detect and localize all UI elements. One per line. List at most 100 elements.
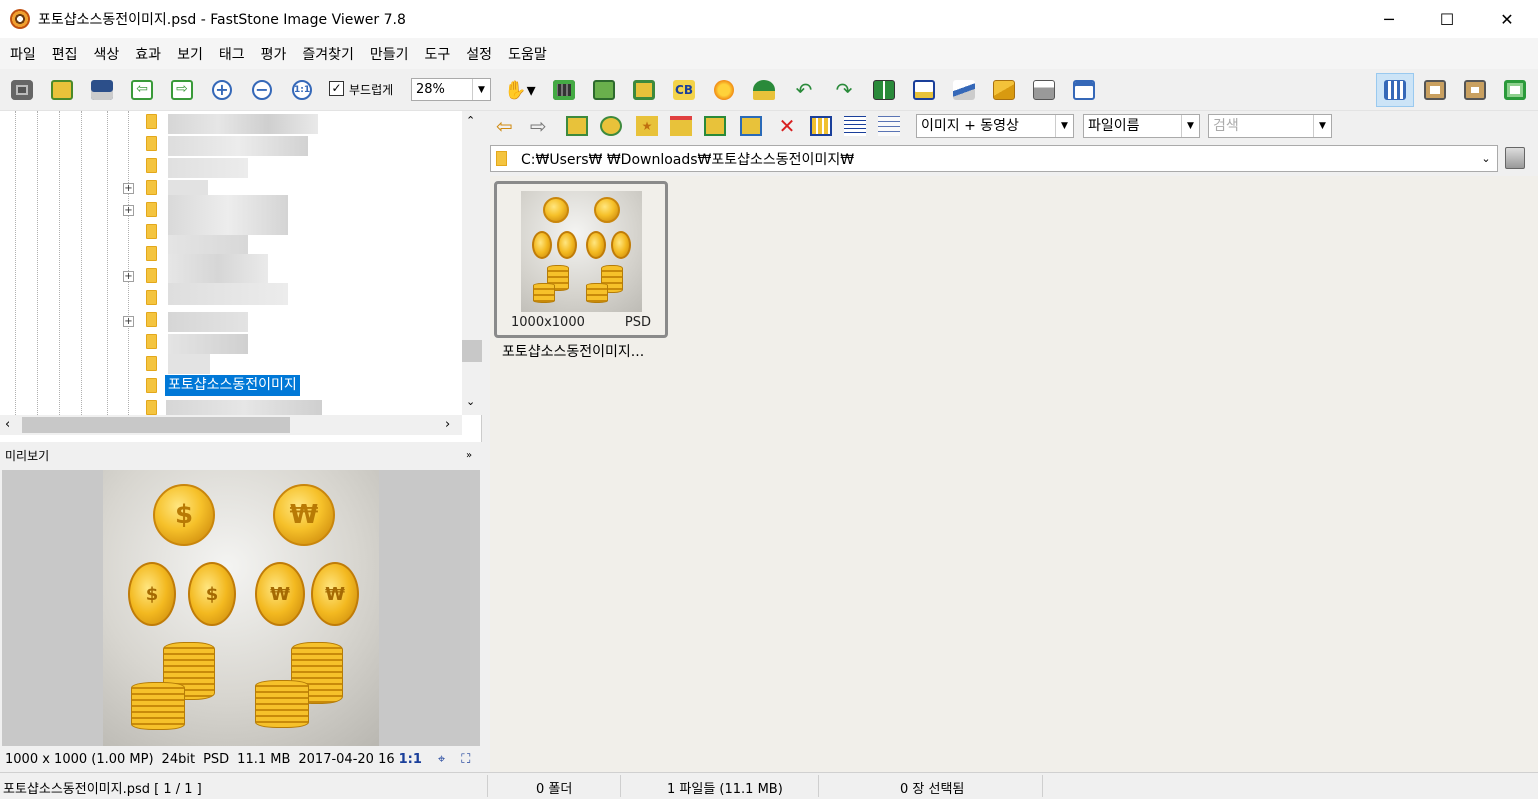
scroll-thumb[interactable] xyxy=(462,340,482,362)
chevron-down-icon[interactable]: ⌄ xyxy=(1475,152,1497,165)
folder-icon[interactable] xyxy=(146,136,157,151)
chevron-down-icon[interactable]: ▼ xyxy=(1313,115,1331,137)
fullscreen-preview-icon[interactable]: ⛶ xyxy=(461,748,470,772)
folder-icon[interactable] xyxy=(146,268,157,283)
rotate-left-button[interactable]: ↶ xyxy=(790,77,818,103)
fullscreen-button[interactable] xyxy=(1496,73,1534,107)
folder-icon[interactable] xyxy=(146,400,157,415)
chevron-down-icon[interactable]: ▼ xyxy=(1181,115,1199,137)
email-button[interactable] xyxy=(990,77,1018,103)
thumbnails-view-icon[interactable] xyxy=(810,116,832,136)
back-icon[interactable]: ⇦ xyxy=(496,116,518,136)
expand-icon[interactable]: + xyxy=(123,271,134,282)
save-button[interactable] xyxy=(88,77,116,103)
tree-vertical-scrollbar[interactable]: ⌃ ⌄ xyxy=(462,111,482,415)
scroll-thumb[interactable] xyxy=(22,417,290,433)
folder-icon[interactable] xyxy=(146,356,157,371)
menu-help[interactable]: 도움말 xyxy=(500,44,555,64)
resize-button[interactable] xyxy=(590,77,618,103)
menu-settings[interactable]: 설정 xyxy=(458,44,500,64)
menu-color[interactable]: 색상 xyxy=(86,44,128,64)
recycle-bin-icon[interactable] xyxy=(1505,147,1525,169)
chevron-down-icon[interactable]: ▼ xyxy=(472,79,490,100)
slideshow-button[interactable] xyxy=(550,77,578,103)
folder-icon[interactable] xyxy=(146,224,157,239)
redacted-folder-name[interactable] xyxy=(166,400,322,415)
browser-view-button[interactable] xyxy=(1376,73,1414,107)
selected-folder[interactable]: 포토샵소스동전이미지 xyxy=(165,375,300,396)
close-button[interactable]: ✕ xyxy=(1478,0,1536,38)
rotate-right-button[interactable]: ↷ xyxy=(830,77,858,103)
redacted-folder-name[interactable] xyxy=(168,114,318,134)
chevron-down-icon[interactable]: ⌄ xyxy=(466,395,475,408)
fit-to-window-icon[interactable]: ⌖ xyxy=(438,748,445,772)
favorite-folder-icon[interactable]: ★ xyxy=(636,116,658,136)
menu-favorites[interactable]: 즐겨찾기 xyxy=(294,44,362,64)
scanner-button[interactable] xyxy=(950,77,978,103)
path-field[interactable]: C:₩Users₩ ₩Downloads₩포토샵소스동전이미지₩ ⌄ xyxy=(490,145,1498,172)
menu-effects[interactable]: 효과 xyxy=(127,44,169,64)
tree-horizontal-scrollbar[interactable]: ‹ › xyxy=(0,415,462,435)
refresh-folder-icon[interactable] xyxy=(600,116,622,136)
list-view-icon[interactable] xyxy=(844,116,866,136)
batch-convert-button[interactable] xyxy=(1070,77,1098,103)
expand-icon[interactable]: + xyxy=(123,183,134,194)
expand-icon[interactable]: + xyxy=(123,205,134,216)
details-view-icon[interactable] xyxy=(878,116,900,136)
menu-tools[interactable]: 도구 xyxy=(417,44,459,64)
folder-icon[interactable] xyxy=(146,378,157,393)
app-eye-icon[interactable] xyxy=(10,9,30,29)
folder-icon[interactable] xyxy=(146,202,157,217)
delete-icon[interactable]: ✕ xyxy=(776,116,798,136)
copy-to-folder-icon[interactable] xyxy=(704,116,726,136)
minimize-button[interactable]: ─ xyxy=(1360,0,1418,38)
redacted-folder-name[interactable] xyxy=(168,283,288,305)
thumbnail-filename[interactable]: 포토샵소스동전이미지... xyxy=(502,341,644,361)
new-folder-icon[interactable] xyxy=(670,116,692,136)
chevron-down-icon[interactable]: ▼ xyxy=(1055,115,1073,137)
flip-horizontal-button[interactable] xyxy=(870,77,898,103)
smooth-checkbox[interactable]: ✓ xyxy=(329,81,344,96)
thumbnail-view-button[interactable] xyxy=(1416,73,1454,107)
actual-size-button[interactable]: 1:1 xyxy=(288,77,316,103)
redacted-folder-name[interactable] xyxy=(168,312,248,332)
preview-view-button[interactable] xyxy=(1456,73,1494,107)
search-placeholder[interactable]: 검색 xyxy=(1209,115,1313,137)
previous-image-button[interactable]: ⇦ xyxy=(128,77,156,103)
zoom-out-button[interactable]: − xyxy=(248,77,276,103)
redacted-folder-name[interactable] xyxy=(168,158,248,178)
preview-pane[interactable]: $ ₩ $ $ ₩ ₩ xyxy=(2,470,480,746)
redacted-folder-name[interactable] xyxy=(168,136,308,156)
print-button[interactable] xyxy=(1030,77,1058,103)
folder-icon[interactable] xyxy=(146,312,157,327)
menu-view[interactable]: 보기 xyxy=(169,44,211,64)
redacted-folder-name[interactable] xyxy=(168,334,248,354)
chevron-up-icon[interactable]: ⌃ xyxy=(466,114,475,127)
zoom-in-button[interactable]: + xyxy=(208,77,236,103)
type-filter-select[interactable]: 이미지 + 동영상 ▼ xyxy=(916,114,1074,138)
folder-icon[interactable] xyxy=(146,334,157,349)
path-value[interactable]: C:₩Users₩ ₩Downloads₩포토샵소스동전이미지₩ xyxy=(521,149,1475,169)
screen-capture-button[interactable] xyxy=(910,77,938,103)
next-image-button[interactable]: ⇨ xyxy=(168,77,196,103)
chevron-right-icon[interactable]: › xyxy=(445,417,450,432)
zoom-select[interactable]: 28% ▼ xyxy=(411,78,491,101)
acquire-camera-button[interactable] xyxy=(8,77,36,103)
contact-sheet-button[interactable]: CB xyxy=(670,77,698,103)
ratio-label[interactable]: 1:1 xyxy=(399,748,422,772)
menu-tags[interactable]: 태그 xyxy=(211,44,253,64)
collapse-icon[interactable]: » xyxy=(466,444,472,468)
folder-icon[interactable] xyxy=(146,290,157,305)
menu-rating[interactable]: 평가 xyxy=(253,44,295,64)
menu-create[interactable]: 만들기 xyxy=(362,44,417,64)
redacted-folder-name[interactable] xyxy=(168,354,210,374)
expand-icon[interactable]: + xyxy=(123,316,134,327)
maximize-button[interactable]: ☐ xyxy=(1418,0,1476,38)
move-to-folder-icon[interactable] xyxy=(740,116,762,136)
folder-icon[interactable] xyxy=(146,180,157,195)
adjust-lighting-button[interactable] xyxy=(710,77,738,103)
search-field[interactable]: 검색 ▼ xyxy=(1208,114,1332,138)
open-button[interactable] xyxy=(48,77,76,103)
pan-tool-button[interactable]: ✋▾ xyxy=(500,77,540,103)
folder-icon[interactable] xyxy=(146,246,157,261)
